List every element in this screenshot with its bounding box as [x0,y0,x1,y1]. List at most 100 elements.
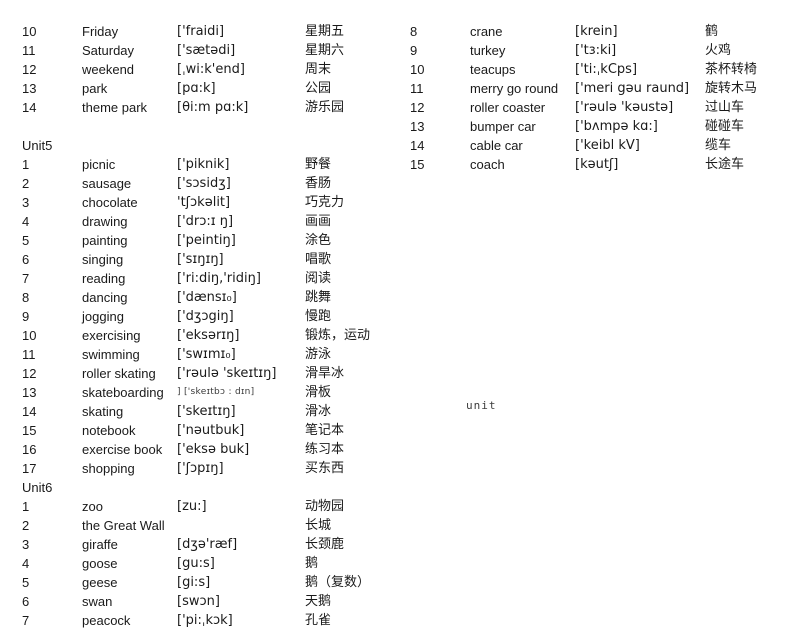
english-word: exercising [82,328,141,343]
phonetic-transcription: ['eksə buk] [177,442,250,457]
right-page-column: 8 crane [krein] 鹤 9 turkey ['tɜ:ki] 火鸡 10 teacups… [410,22,790,174]
entry-number: 13 [22,385,37,400]
english-word: notebook [82,423,136,438]
vocabulary-row: 14 skating ['skeɪtɪŋ] 滑冰 [22,402,402,421]
vocabulary-row: 16 exercise book ['eksə buk] 练习本 [22,440,402,459]
chinese-translation: 动物园 [305,499,345,514]
english-word: theme park [82,100,148,115]
entry-number: 10 [410,62,425,77]
vocabulary-row: 10 Friday ['fraidi] 星期五 [22,22,402,41]
phonetic-transcription: ['dʒɔgiŋ] [177,309,234,324]
english-word: skating [82,404,124,419]
entry-number: 14 [22,404,37,419]
english-word: reading [82,271,126,286]
unit-heading: Unit6 [22,480,53,495]
row-spacer [22,117,402,136]
vocabulary-row: 9 jogging ['dʒɔgiŋ] 慢跑 [22,307,402,326]
chinese-translation: 画画 [305,214,332,229]
entry-number: 12 [22,62,37,77]
chinese-translation: 周末 [305,62,332,77]
english-word: exercise book [82,442,163,457]
entry-number: 11 [22,347,36,362]
english-word: swan [82,594,113,609]
chinese-translation: 鹤 [705,24,719,39]
chinese-translation: 游泳 [305,347,332,362]
entry-number: 14 [22,100,37,115]
chinese-translation: 鹅 [305,556,319,571]
english-word: goose [82,556,118,571]
english-word: skateboarding [82,385,164,400]
chinese-translation: 跳舞 [305,290,332,305]
phonetic-transcription: ['tɜ:ki] [575,43,617,58]
phonetic-transcription: ['fraidi] [177,24,225,39]
entry-number: 3 [22,195,30,210]
phonetic-transcription: [krein] [575,24,618,39]
english-word: shopping [82,461,135,476]
entry-number: 14 [410,138,425,153]
vocabulary-row: 12 weekend [ˌwi:k'end] 周末 [22,60,402,79]
vocabulary-row: 4 goose [gu:s] 鹅 [22,554,402,573]
vocabulary-row: 7 reading ['ri:diŋ,'ridiŋ] 阅读 [22,269,402,288]
chinese-translation: 滑板 [305,385,332,400]
entry-number: 5 [22,575,30,590]
english-word: Friday [82,24,119,39]
vocabulary-row: 15 coach [kəutʃ] 长途车 [410,155,790,174]
phonetic-transcription: [pɑ:k] [177,81,216,96]
entry-number: 7 [22,271,30,286]
chinese-translation: 过山车 [705,100,745,115]
vocabulary-row: 10 teacups ['ti:ˌkCps] 茶杯转椅 [410,60,790,79]
chinese-translation: 缆车 [705,138,732,153]
vocabulary-row: 10 exercising ['eksərɪŋ] 锻炼，运动 [22,326,402,345]
chinese-translation: 鹅（复数） [305,575,371,590]
english-word: bumper car [470,119,536,134]
entry-number: 6 [22,252,30,267]
vocabulary-row: 5 painting ['peintiŋ] 涂色 [22,231,402,250]
chinese-translation: 涂色 [305,233,332,248]
entry-number: 3 [22,537,30,552]
chinese-translation: 巧克力 [305,195,345,210]
phonetic-transcription: ] ['skeɪtbɔ : dɪn] [177,387,255,397]
stray-unit-label: unit [466,399,497,412]
vocabulary-row: 14 theme park [θi:m pɑ:k] 游乐园 [22,98,402,117]
entry-number: 8 [22,290,30,305]
english-word: merry go round [470,81,559,96]
english-word: singing [82,252,124,267]
entry-number: 12 [410,100,425,115]
chinese-translation: 天鹅 [305,594,332,609]
phonetic-transcription: [kəutʃ] [575,157,619,172]
vocabulary-row: 1 zoo [zu:] 动物园 [22,497,402,516]
phonetic-transcription: 'tʃɔkəlit] [177,195,231,210]
entry-number: 8 [410,24,418,39]
chinese-translation: 公园 [305,81,332,96]
chinese-translation: 碰碰车 [705,119,745,134]
vocabulary-row: 17 shopping ['ʃɔpɪŋ] 买东西 [22,459,402,478]
vocabulary-row: 13 park [pɑ:k] 公园 [22,79,402,98]
entry-number: 12 [22,366,37,381]
chinese-translation: 火鸡 [705,43,732,58]
entry-number: 10 [22,328,37,343]
entry-number: 1 [22,157,30,172]
phonetic-transcription: [ˌwi:k'end] [177,62,245,77]
english-word: weekend [82,62,135,77]
english-word: painting [82,233,128,248]
entry-number: 11 [22,43,36,58]
phonetic-transcription: ['sætədi] [177,43,236,58]
vocabulary-row: 2 sausage ['sɔsidʒ] 香肠 [22,174,402,193]
phonetic-transcription: ['dænsɪ₀] [177,290,237,305]
phonetic-transcription: ['ri:diŋ,'ridiŋ] [177,271,261,286]
english-word: cable car [470,138,523,153]
left-page-column: 10 Friday ['fraidi] 星期五 11 Saturday ['sætədi] 星… [22,22,402,630]
vocabulary-row: 15 notebook ['nəutbuk] 笔记本 [22,421,402,440]
english-word: coach [470,157,505,172]
phonetic-transcription: [gi:s] [177,575,211,590]
english-word: picnic [82,157,116,172]
chinese-translation: 练习本 [305,442,345,457]
entry-number: 6 [22,594,30,609]
chinese-translation: 游乐园 [305,100,345,115]
chinese-translation: 星期五 [305,24,345,39]
entry-number: 10 [22,24,37,39]
english-word: the Great Wall [82,518,165,533]
english-word: crane [470,24,503,39]
chinese-translation: 香肠 [305,176,332,191]
phonetic-transcription: ['pi:ˌkɔk] [177,613,233,628]
